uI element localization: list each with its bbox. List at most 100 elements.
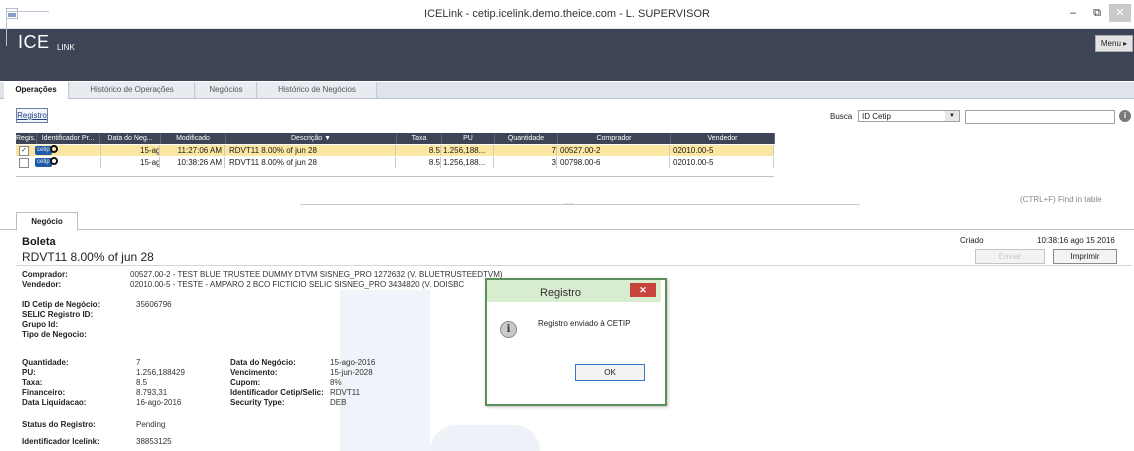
- data-liquidacao-value: 16-ago-2016: [136, 398, 182, 407]
- column-header-modificado[interactable]: Modificado: [161, 133, 226, 144]
- tab-negocios[interactable]: Negócios: [196, 82, 257, 98]
- info-icon[interactable]: i: [1119, 110, 1131, 122]
- column-header-identificador[interactable]: Identificador Pr...: [37, 133, 100, 144]
- vendedor-value: 02010.00-5 - TESTE - AMPARO 2 BCO FICTIC…: [130, 280, 465, 289]
- identificador-cetip-selic-label: Identificador Cetip/Selic:: [230, 388, 324, 397]
- cell-pu: 1.256,188...: [442, 145, 494, 156]
- column-header-data[interactable]: Data do Neg...: [100, 133, 161, 144]
- cell-vendedor: 02010.00-5: [671, 157, 774, 168]
- pane-splitter[interactable]: [300, 204, 860, 205]
- cell-vendedor: 02010.00-5: [671, 145, 774, 156]
- cupom-value: 8%: [330, 378, 342, 387]
- cell-descricao: RDVT11 8.00% of jun 28: [226, 157, 396, 168]
- cell-comprador: 00527.00-2: [558, 145, 670, 156]
- dialog-title: Registro: [540, 287, 581, 299]
- window-close-button[interactable]: ✕: [1109, 4, 1131, 22]
- data-negocio-label: Data do Negócio:: [230, 358, 296, 367]
- grupo-id-label: Grupo Id:: [22, 320, 58, 329]
- chevron-down-icon[interactable]: ▼: [945, 111, 959, 121]
- identificador-cetip-selic-value: RDVT11: [330, 388, 361, 397]
- table-row[interactable]: ✓ cetip 15-ago-2016 11:27:06 AM RDVT11 8…: [16, 145, 774, 156]
- ok-button[interactable]: OK: [575, 364, 645, 381]
- column-header-quantidade[interactable]: Quantidade: [495, 133, 558, 144]
- cell-comprador: 00798.00-6: [558, 157, 670, 168]
- find-in-table-hint: (CTRL+F) Find in table: [1020, 195, 1102, 204]
- id-cetip-label: ID Cetip de Negócio:: [22, 300, 101, 309]
- tipo-negocio-label: Tipo de Negocio:: [22, 330, 87, 339]
- close-icon[interactable]: ✕: [630, 283, 656, 297]
- column-header-descricao[interactable]: Descrição ▼: [226, 133, 397, 144]
- vencimento-label: Vencimento:: [230, 368, 278, 377]
- tab-negocio[interactable]: Negócio: [16, 212, 78, 231]
- identificador-icelink-label: Identificador Icelink:: [22, 437, 100, 446]
- financeiro-value: 8.793,31: [136, 388, 168, 397]
- window-titlebar: ICELink - cetip.icelink.demo.theice.com …: [0, 0, 1134, 29]
- column-header-regis[interactable]: Regis...: [16, 133, 37, 144]
- vendedor-label: Vendedor:: [22, 280, 62, 289]
- column-header-comprador[interactable]: Comprador: [558, 133, 671, 144]
- data-liquidacao-label: Data Liquidacao:: [22, 398, 87, 407]
- tab-historico-negocios[interactable]: Histórico de Negócios: [258, 82, 377, 98]
- app-header: [0, 29, 1134, 81]
- comprador-value: 00527.00-2 - TEST BLUE TRUSTEE DUMMY DTV…: [130, 270, 503, 279]
- lower-tabs-bar: [0, 212, 1134, 230]
- quantidade-value: 7: [136, 358, 141, 367]
- restore-button[interactable]: ⧉: [1086, 4, 1108, 22]
- cell-quantidade: 7: [495, 145, 557, 156]
- minimize-button[interactable]: –: [1061, 4, 1085, 22]
- pu-label: PU:: [22, 368, 36, 377]
- column-header-vendedor[interactable]: Vendedor: [671, 133, 775, 144]
- criado-label: Criado: [960, 236, 984, 245]
- cell-descricao: RDVT11 8.00% of jun 28: [226, 145, 396, 156]
- boleta-subtitle: RDVT11 8.00% of jun 28: [22, 250, 154, 264]
- id-cetip-value: 35606796: [136, 300, 172, 309]
- cupom-label: Cupom:: [230, 378, 261, 387]
- dialog-message: Registro enviado à CETIP: [538, 319, 631, 328]
- row-checkbox[interactable]: ✓: [19, 146, 29, 156]
- column-header-taxa[interactable]: Taxa: [397, 133, 442, 144]
- comprador-label: Comprador:: [22, 270, 68, 279]
- logo-link: LINK: [57, 43, 75, 52]
- cell-taxa: 8.5: [397, 157, 441, 168]
- busca-label: Busca: [830, 112, 853, 121]
- selic-registro-label: SELIC Registro ID:: [22, 310, 94, 319]
- menu-button[interactable]: Menu ▸: [1095, 35, 1133, 52]
- cell-modificado: 11:27:06 AM: [161, 145, 225, 156]
- logo-ice: ICE: [18, 32, 50, 52]
- cetip-status-icon: [50, 145, 58, 153]
- security-type-value: DEB: [330, 398, 347, 407]
- data-negocio-value: 15-ago-2016: [330, 358, 376, 367]
- row-checkbox[interactable]: [19, 158, 29, 168]
- vencimento-value: 15-jun-2028: [330, 368, 373, 377]
- taxa-label: Taxa:: [22, 378, 43, 387]
- background-watermark-arc: [430, 425, 540, 451]
- registro-button[interactable]: Registro: [16, 108, 48, 123]
- window-title: ICELink - cetip.icelink.demo.theice.com …: [424, 8, 710, 20]
- identificador-icelink-value: 38853125: [136, 437, 172, 446]
- cell-data: 15-ago-2016: [100, 145, 160, 156]
- column-header-pu[interactable]: PU: [442, 133, 495, 144]
- tab-operacoes[interactable]: Operações: [4, 82, 69, 99]
- pu-value: 1.256,188429: [136, 368, 185, 377]
- financeiro-label: Financeiro:: [22, 388, 66, 397]
- imprimir-button[interactable]: Imprimir: [1053, 249, 1117, 264]
- divider: [16, 265, 1132, 266]
- status-registro-value: Pending: [136, 420, 166, 429]
- table-row[interactable]: cetip 15-ago-2016 10:38:26 AM RDVT11 8.0…: [16, 157, 774, 168]
- status-registro-label: Status do Registro:: [22, 420, 96, 429]
- cell-quantidade: 3: [495, 157, 557, 168]
- taxa-value: 8.5: [136, 378, 148, 387]
- enviar-button[interactable]: Enviar: [975, 249, 1045, 264]
- splitter-grip[interactable]: .....: [564, 199, 574, 206]
- cetip-status-icon: [50, 157, 58, 165]
- cell-modificado: 10:38:26 AM: [161, 157, 225, 168]
- quantidade-label: Quantidade:: [22, 358, 69, 367]
- security-type-label: Security Type:: [230, 398, 285, 407]
- cell-pu: 1.256,188...: [442, 157, 494, 168]
- cell-data: 15-ago-2016: [100, 157, 160, 168]
- search-input[interactable]: [965, 110, 1115, 124]
- tab-historico-operacoes[interactable]: Histórico de Operações: [70, 82, 195, 98]
- cell-taxa: 8.5: [397, 145, 441, 156]
- boleta-title: Boleta: [22, 236, 56, 248]
- info-icon: i: [500, 321, 517, 338]
